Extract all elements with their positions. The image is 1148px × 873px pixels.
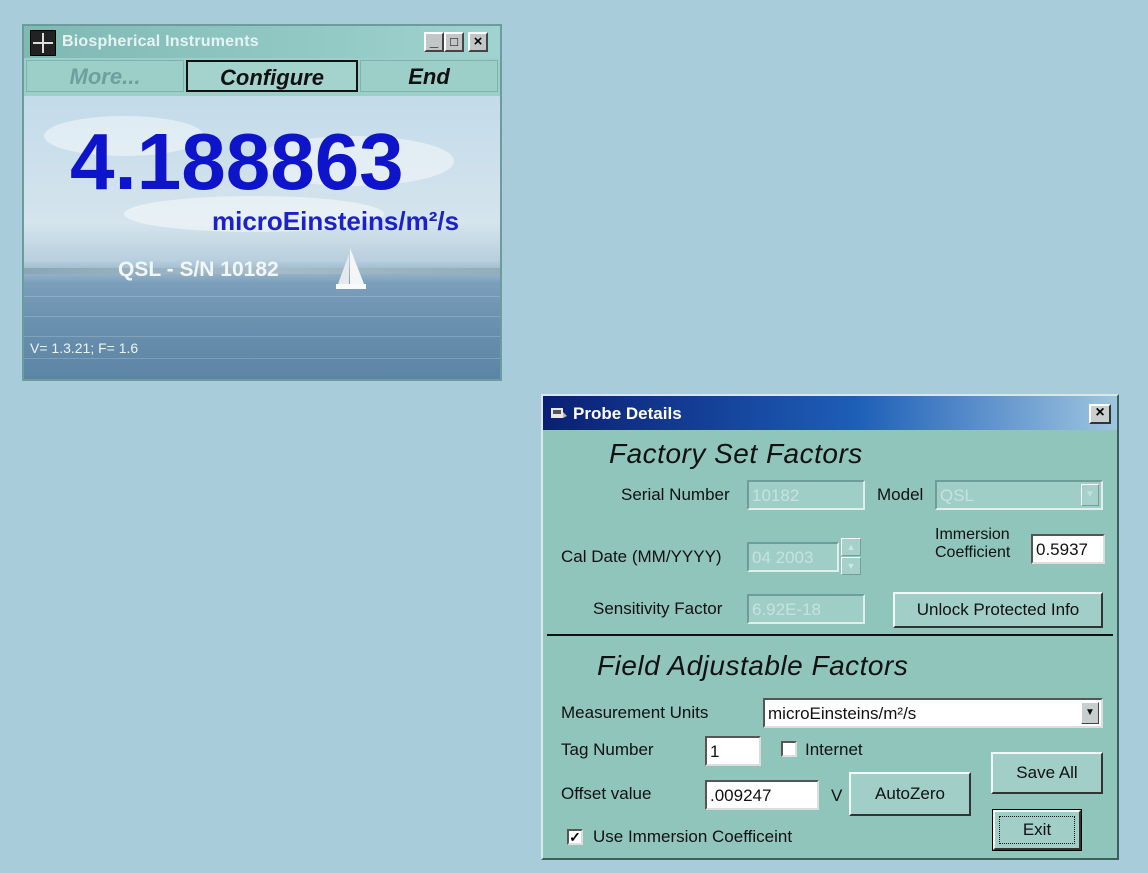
sensitivity-label: Sensitivity Factor [593,599,723,618]
app-logo-icon [30,30,56,56]
chevron-down-icon[interactable]: ▼ [1081,702,1099,724]
spin-down-icon[interactable]: ▼ [841,557,861,575]
tag-number-field[interactable]: 1 [705,736,761,766]
use-immersion-label: Use Immersion Coefficeint [593,827,793,846]
use-immersion-checkbox[interactable]: ✓ [567,829,583,845]
autozero-button[interactable]: AutoZero [849,772,971,816]
app-title: Biospherical Instruments [62,33,259,50]
probe-id-label: QSL - S/N 10182 [118,258,279,281]
biospherical-window: Biospherical Instruments _ □ × More... C… [22,24,502,381]
minimize-icon[interactable]: _ [424,32,444,52]
immersion-label-line2: Coefficient [935,544,1011,561]
field-section-title: Field Adjustable Factors [597,650,909,681]
spin-up-icon[interactable]: ▲ [841,538,861,556]
wave-line [24,336,500,337]
sea-background-image: 4.188863 microEinsteins/m²/s QSL - S/N 1… [24,96,500,379]
close-icon[interactable]: × [468,32,488,52]
probe-window-icon [551,408,567,418]
wave-line [24,296,500,297]
save-all-button[interactable]: Save All [991,752,1103,794]
version-label: V= 1.3.21; F= 1.6 [30,340,139,356]
model-select[interactable]: QSL ▼ [935,480,1103,510]
reading-units: microEinsteins/m²/s [212,206,460,236]
offset-unit-label: V [831,786,843,805]
app-menu-bar: More... Configure End [24,58,500,96]
dialog-close-icon[interactable]: × [1089,404,1111,424]
probe-details-dialog: Probe Details × Factory Set Factors Seri… [541,394,1119,860]
cal-date-spinner[interactable]: ▲ ▼ [841,538,861,576]
measurement-units-select[interactable]: microEinsteins/m²/s ▼ [763,698,1103,728]
exit-button[interactable]: Exit [992,809,1082,851]
chevron-down-icon[interactable]: ▼ [1081,484,1099,506]
measurement-units-label: Measurement Units [561,703,709,722]
maximize-icon[interactable]: □ [444,32,464,52]
measurement-units-value: microEinsteins/m²/s [768,704,917,723]
unlock-protected-info-button[interactable]: Unlock Protected Info [893,592,1103,628]
cal-date-label: Cal Date (MM/YYYY) [561,547,722,566]
more-button[interactable]: More... [26,60,184,92]
app-title-bar[interactable]: Biospherical Instruments _ □ × [24,26,500,58]
serial-number-label: Serial Number [621,485,730,504]
tag-number-label: Tag Number [561,740,654,759]
cal-date-field[interactable]: 04 2003 [747,542,839,572]
dialog-title: Probe Details [573,404,682,423]
model-label: Model [877,485,924,504]
reading-value: 4.188863 [70,117,404,206]
offset-value-field[interactable]: .009247 [705,780,819,810]
configure-button[interactable]: Configure [186,60,358,92]
dialog-title-bar[interactable]: Probe Details × [543,396,1117,430]
wave-line [24,316,500,317]
serial-number-field[interactable]: 10182 [747,480,865,510]
immersion-label-line1: Immersion [935,526,1010,543]
factory-section-title: Factory Set Factors [609,438,863,469]
internet-label: Internet [805,740,863,759]
offset-value-label: Offset value [561,784,652,803]
section-divider [547,634,1113,636]
wave-line [24,358,500,359]
immersion-coefficient-field[interactable]: 0.5937 [1031,534,1105,564]
internet-checkbox[interactable] [781,741,797,757]
sailboat-icon [336,248,366,289]
end-button[interactable]: End [360,60,498,92]
sensitivity-field[interactable]: 6.92E-18 [747,594,865,624]
model-value: QSL [940,486,975,505]
